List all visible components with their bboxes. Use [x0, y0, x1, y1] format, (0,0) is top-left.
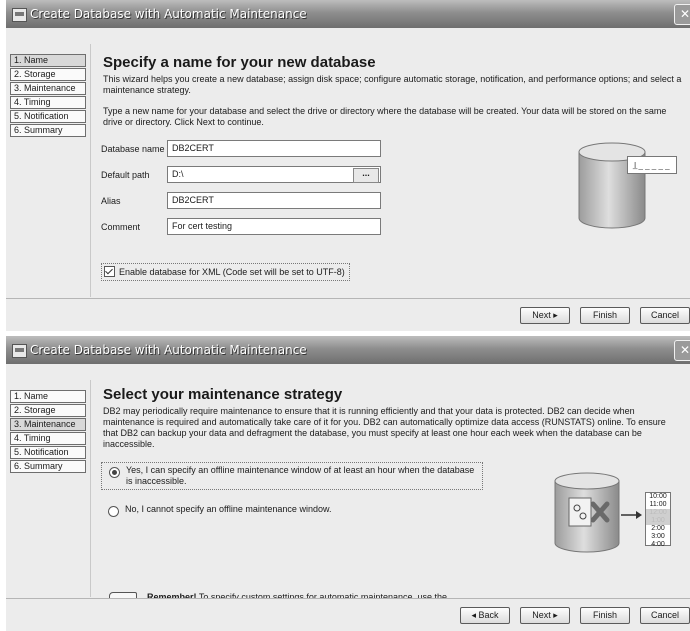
option-no-label: No, I cannot specify an offline maintena… [125, 504, 332, 514]
xml-checkbox[interactable] [104, 266, 115, 277]
comment-label: Comment [101, 222, 141, 232]
step-content: Select your maintenance strategy DB2 may… [90, 380, 690, 613]
nav-step-name[interactable]: 1. Name [10, 54, 86, 67]
default-path-input[interactable]: D:\ ... [167, 166, 381, 183]
database-maintenance-icon [554, 472, 620, 553]
xml-checkbox-label: Enable database for XML (Code set will b… [119, 267, 345, 277]
time-slot-highlighted: 12:00 [646, 509, 670, 517]
next-button[interactable]: Next ▸ [520, 607, 570, 624]
close-icon[interactable]: ✕ [674, 4, 690, 25]
nav-step-notification[interactable]: 5. Notification [10, 110, 86, 123]
description-text: DB2 may periodically require maintenance… [103, 406, 666, 449]
time-slot: 3:00 [651, 533, 665, 540]
database-name-label: Database name [101, 144, 165, 154]
option-yes-radio[interactable] [109, 467, 120, 478]
page-title: Select your maintenance strategy [103, 386, 343, 403]
nav-step-timing[interactable]: 4. Timing [10, 96, 86, 109]
default-path-value: D:\ [172, 169, 184, 179]
wizard-window-maintenance-step: Create Database with Automatic Maintenan… [6, 336, 690, 631]
option-yes-row[interactable]: Yes, I can specify an offline maintenanc… [101, 462, 483, 490]
wizard-window-name-step: Create Database with Automatic Maintenan… [6, 0, 690, 331]
option-no-radio[interactable] [108, 506, 119, 517]
finish-button[interactable]: Finish [580, 307, 630, 324]
window-title: Create Database with Automatic Maintenan… [30, 7, 307, 21]
browse-button[interactable]: ... [353, 168, 379, 183]
nav-step-storage[interactable]: 2. Storage [10, 68, 86, 81]
next-button[interactable]: Next ▸ [520, 307, 570, 324]
page-title: Specify a name for your new database [103, 54, 376, 71]
nav-step-maintenance[interactable]: 3. Maintenance [10, 418, 86, 431]
nav-step-summary[interactable]: 6. Summary [10, 124, 86, 137]
app-icon [12, 344, 27, 358]
cancel-button[interactable]: Cancel [640, 607, 690, 624]
finish-button[interactable]: Finish [580, 607, 630, 624]
schedule-times-list: 10:00 11:00 12:00 1:00 2:00 3:00 4:00 [645, 492, 671, 548]
instructions-text: Type a new name for your database and se… [103, 106, 667, 127]
intro-text: This wizard helps you create a new datab… [103, 74, 682, 95]
alias-input[interactable]: DB2CERT [167, 192, 381, 209]
nav-step-storage[interactable]: 2. Storage [10, 404, 86, 417]
nav-step-name[interactable]: 1. Name [10, 390, 86, 403]
wizard-steps-nav: 1. Name 2. Storage 3. Maintenance 4. Tim… [10, 54, 86, 138]
default-path-label: Default path [101, 170, 150, 180]
time-slot: 2:00 [651, 525, 665, 532]
time-slot: 10:00 [649, 493, 667, 500]
cancel-button[interactable]: Cancel [640, 307, 690, 324]
title-bar[interactable]: Create Database with Automatic Maintenan… [6, 336, 690, 364]
nav-step-summary[interactable]: 6. Summary [10, 460, 86, 473]
step-content: Specify a name for your new database Thi… [90, 44, 690, 297]
app-icon [12, 8, 27, 22]
nav-step-maintenance[interactable]: 3. Maintenance [10, 82, 86, 95]
nav-step-notification[interactable]: 5. Notification [10, 446, 86, 459]
comment-input[interactable]: For cert testing [167, 218, 381, 235]
text-cursor-illustration: I̲ _ _ _ _ _ [627, 156, 677, 174]
time-slot: 4:00 [651, 541, 665, 548]
back-button[interactable]: ◂ Back [460, 607, 510, 624]
close-icon[interactable]: ✕ [674, 340, 690, 361]
title-bar[interactable]: Create Database with Automatic Maintenan… [6, 0, 690, 28]
option-no-row[interactable]: No, I cannot specify an offline maintena… [101, 502, 481, 518]
alias-label: Alias [101, 196, 121, 206]
arrow-right-icon [621, 511, 642, 519]
wizard-footer: ◂ Back Next ▸ Finish Cancel [6, 598, 690, 631]
database-name-input[interactable]: DB2CERT [167, 140, 381, 157]
window-title: Create Database with Automatic Maintenan… [30, 343, 307, 357]
time-slot: 11:00 [649, 501, 667, 508]
time-slot-highlighted: 1:00 [646, 517, 670, 525]
nav-step-timing[interactable]: 4. Timing [10, 432, 86, 445]
xml-checkbox-row[interactable]: Enable database for XML (Code set will b… [101, 263, 350, 281]
wizard-steps-nav: 1. Name 2. Storage 3. Maintenance 4. Tim… [10, 390, 86, 474]
wizard-footer: Next ▸ Finish Cancel [6, 298, 690, 331]
option-yes-label: Yes, I can specify an offline maintenanc… [126, 465, 475, 486]
